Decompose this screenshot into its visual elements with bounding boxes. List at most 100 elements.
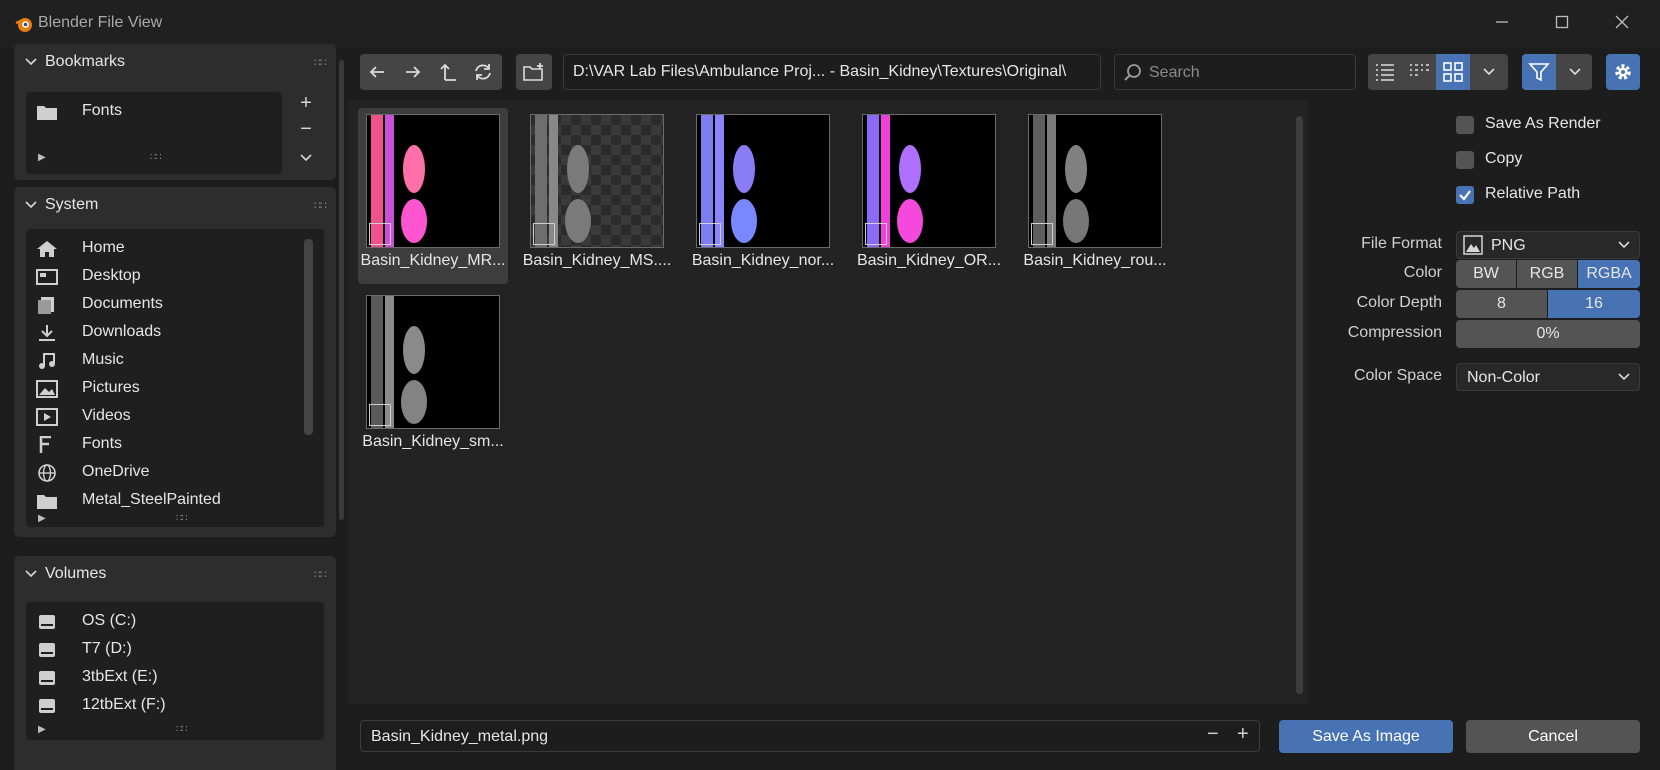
maximize-button[interactable] — [1542, 10, 1582, 38]
system-item-pictures[interactable]: Pictures — [26, 375, 324, 403]
sidebar-splitter[interactable] — [339, 60, 344, 520]
filter-options-dropdown[interactable] — [1558, 54, 1592, 90]
compression-slider[interactable]: 0% — [1456, 320, 1640, 348]
refresh-button[interactable] — [466, 54, 500, 90]
volume-item-e[interactable]: 3tbExt (E:) — [26, 664, 324, 692]
increment-filename-button[interactable]: + — [1237, 723, 1249, 746]
parent-directory-button[interactable] — [432, 54, 466, 90]
volume-item-f[interactable]: 12tbExt (F:) — [26, 692, 324, 720]
volume-item-d[interactable]: T7 (D:) — [26, 636, 324, 664]
thumbnails-button[interactable] — [1436, 54, 1470, 90]
system-item-label: Fonts — [82, 435, 123, 452]
new-directory-button[interactable] — [517, 54, 551, 90]
expand-arrow-icon[interactable]: ▶ — [38, 724, 46, 735]
system-item-documents[interactable]: Documents — [26, 291, 324, 319]
filename-input[interactable] — [371, 725, 1111, 749]
relative-path-checkbox[interactable] — [1456, 186, 1474, 204]
chevron-down-icon — [1618, 241, 1630, 249]
color-depth-16-button[interactable]: 16 — [1548, 290, 1640, 318]
system-item-desktop[interactable]: Desktop — [26, 263, 324, 291]
drag-grip-icon[interactable]: ∷∷ — [314, 199, 327, 212]
forward-button[interactable] — [396, 54, 430, 90]
resize-grip-icon[interactable]: ∷∷ — [176, 724, 188, 735]
decrement-filename-button[interactable]: − — [1207, 723, 1219, 746]
file-thumbnail — [530, 114, 664, 248]
resize-grip-icon[interactable]: ∷∷ — [176, 513, 188, 524]
copy-checkbox[interactable] — [1456, 151, 1474, 169]
horizontal-list-button[interactable] — [1402, 54, 1436, 90]
bookmarks-panel: Bookmarks ∷∷ Fonts ▶ ∷∷ + − — [14, 44, 336, 180]
bookmark-item-fonts[interactable]: Fonts — [26, 98, 282, 126]
color-depth-8-button[interactable]: 8 — [1456, 290, 1547, 318]
system-item-metal-steelpainted[interactable]: Metal_SteelPainted — [26, 487, 324, 515]
close-window-button[interactable] — [1602, 10, 1642, 38]
file-tile-3[interactable]: Basin_Kidney_OR... — [854, 108, 1004, 284]
volume-item-c[interactable]: OS (C:) — [26, 608, 324, 636]
bookmark-label: Fonts — [82, 102, 123, 119]
file-name: Basin_Kidney_nor... — [691, 252, 835, 269]
bookmarks-header[interactable]: Bookmarks ∷∷ — [14, 44, 336, 82]
volumes-title: Volumes — [45, 565, 107, 582]
cancel-button[interactable]: Cancel — [1466, 720, 1640, 753]
bookmarks-list: Fonts ▶ ∷∷ — [26, 92, 282, 174]
vertical-list-button[interactable] — [1368, 54, 1402, 90]
system-item-home[interactable]: Home — [26, 235, 324, 263]
system-item-onedrive[interactable]: OneDrive — [26, 459, 324, 487]
file-tile-1[interactable]: Basin_Kidney_MS.... — [522, 108, 672, 284]
drag-grip-icon[interactable]: ∷∷ — [314, 568, 327, 581]
system-item-fonts[interactable]: Fonts — [26, 431, 324, 459]
remove-bookmark-button[interactable]: − — [294, 118, 318, 142]
system-item-music[interactable]: Music — [26, 347, 324, 375]
minimize-button[interactable] — [1482, 10, 1522, 38]
save-as-render-checkbox[interactable] — [1456, 116, 1474, 134]
color-bw-button[interactable]: BW — [1456, 260, 1516, 288]
file-format-value: PNG — [1491, 237, 1526, 254]
chevron-down-icon — [25, 58, 37, 66]
file-tile-4[interactable]: Basin_Kidney_rou... — [1020, 108, 1170, 284]
system-item-downloads[interactable]: Downloads — [26, 319, 324, 347]
system-item-label: Music — [82, 351, 124, 368]
system-item-videos[interactable]: Videos — [26, 403, 324, 431]
folder-icon — [37, 495, 57, 509]
settings-button[interactable] — [1606, 54, 1640, 90]
file-thumbnail — [1028, 114, 1162, 248]
save-as-image-button[interactable]: Save As Image — [1279, 720, 1453, 753]
file-thumbnail — [862, 114, 996, 248]
file-thumbnail — [696, 114, 830, 248]
chevron-down-icon — [25, 201, 37, 209]
back-button[interactable] — [360, 54, 394, 90]
pictures-icon — [36, 380, 58, 398]
expand-arrow-icon[interactable]: ▶ — [38, 513, 46, 524]
filter-toggle-button[interactable] — [1522, 54, 1556, 90]
drive-icon — [39, 643, 55, 657]
system-header[interactable]: System ∷∷ — [14, 187, 336, 225]
home-icon — [37, 241, 57, 257]
resize-grip-icon[interactable]: ∷∷ — [150, 152, 162, 163]
color-rgba-button[interactable]: RGBA — [1578, 260, 1640, 288]
file-area-scrollbar[interactable] — [1296, 116, 1303, 694]
volume-label: T7 (D:) — [82, 640, 132, 657]
music-icon — [39, 353, 55, 369]
directory-path-field[interactable]: D:\VAR Lab Files\Ambulance Proj... - Bas… — [563, 54, 1101, 90]
image-file-icon — [533, 223, 555, 245]
file-tile-0[interactable]: Basin_Kidney_MR... — [358, 108, 508, 284]
add-bookmark-button[interactable]: + — [294, 92, 318, 116]
file-format-dropdown[interactable]: PNG — [1456, 231, 1640, 259]
drag-grip-icon[interactable]: ∷∷ — [314, 56, 327, 69]
system-scrollbar[interactable] — [304, 239, 313, 435]
color-space-dropdown[interactable]: Non-Color — [1456, 363, 1640, 391]
file-tile-5[interactable]: Basin_Kidney_sm... — [358, 289, 508, 465]
color-rgb-button[interactable]: RGB — [1517, 260, 1577, 288]
download-icon — [39, 325, 55, 341]
file-tile-2[interactable]: Basin_Kidney_nor... — [688, 108, 838, 284]
volumes-header[interactable]: Volumes ∷∷ — [14, 556, 336, 594]
search-input[interactable] — [1149, 61, 1349, 85]
search-field[interactable] — [1114, 54, 1356, 90]
expand-arrow-icon[interactable]: ▶ — [38, 152, 46, 163]
bookmark-options-button[interactable] — [294, 146, 318, 170]
sidebar: Bookmarks ∷∷ Fonts ▶ ∷∷ + − System ∷∷ Ho… — [14, 44, 336, 770]
settings-group — [1606, 54, 1640, 90]
system-item-label: OneDrive — [82, 463, 150, 480]
filename-field[interactable]: − + — [360, 720, 1260, 752]
display-options-dropdown[interactable] — [1472, 54, 1506, 90]
